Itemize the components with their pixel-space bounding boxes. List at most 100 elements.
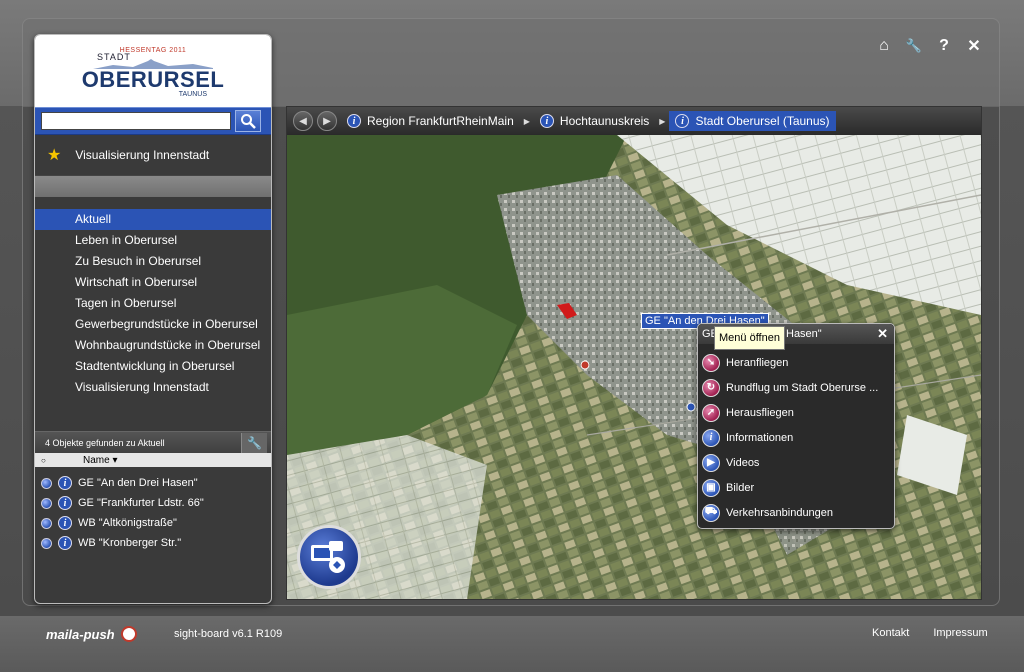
breadcrumb-label: Stadt Oberursel (Taunus) <box>695 114 830 128</box>
locate-dot-icon[interactable] <box>41 497 52 509</box>
menu-item-wohnbau[interactable]: Wohnbaugrundstücke in Oberursel <box>35 335 271 356</box>
popup-item-bilder[interactable]: ▣ Bilder <box>698 475 894 500</box>
results-count: 4 Objekte gefunden zu Aktuell <box>45 438 165 448</box>
car-icon: ⛟ <box>702 503 720 522</box>
popup-item-verkehr[interactable]: ⛟ Verkehrsanbindungen <box>698 500 894 525</box>
search-icon <box>241 114 256 129</box>
results-header: 4 Objekte gefunden zu Aktuell 🔧 <box>35 431 271 453</box>
breadcrumb-item-stadt[interactable]: i Stadt Oberursel (Taunus) <box>669 111 836 131</box>
info-icon[interactable]: i <box>675 114 690 128</box>
popup-item-label: Bilder <box>726 481 755 494</box>
result-row[interactable]: i GE "Frankfurter Ldstr. 66" <box>35 493 271 513</box>
forward-arrow-icon[interactable]: ▶ <box>317 111 337 131</box>
footer-links: Kontakt Impressum <box>872 627 988 639</box>
popup-header: GE "An den Drei Hasen" ✕ Menü öffnen <box>698 324 894 350</box>
city-logo[interactable]: HESSENTAG 2011 STADT OBERURSEL TAUNUS <box>35 35 271 107</box>
result-row[interactable]: i GE "An den Drei Hasen" <box>35 473 271 493</box>
contact-link[interactable]: Kontakt <box>872 627 909 639</box>
menu-item-wirtschaft[interactable]: Wirtschaft in Oberursel <box>35 272 271 293</box>
menu-item-besuch[interactable]: Zu Besuch in Oberursel <box>35 251 271 272</box>
search-bar <box>35 107 271 135</box>
close-icon[interactable]: ✕ <box>964 36 984 56</box>
breadcrumb-item-kreis[interactable]: i Hochtaunuskreis <box>534 111 655 131</box>
locate-dot-icon[interactable] <box>41 477 52 489</box>
context-menu-popup: GE "An den Drei Hasen" ✕ Menü öffnen ➘ H… <box>697 323 895 529</box>
logo-taunus: TAUNUS <box>178 90 207 98</box>
result-list: i GE "An den Drei Hasen" i GE "Frankfurt… <box>35 473 271 553</box>
video-icon: ▶ <box>702 453 720 472</box>
back-arrow-icon[interactable]: ◀ <box>293 111 313 131</box>
fly-in-icon: ➘ <box>702 353 720 372</box>
popup-item-rundflug[interactable]: ↻ Rundflug um Stadt Oberurse ... <box>698 375 894 400</box>
brand-name: maila-push <box>46 626 115 642</box>
name-column-header[interactable]: Name ▾ <box>71 455 118 466</box>
media-button[interactable] <box>297 525 361 589</box>
fly-out-icon: ➚ <box>702 403 720 422</box>
result-row[interactable]: i WB "Kronberger Str." <box>35 533 271 553</box>
image-icon: ▣ <box>702 478 720 497</box>
home-icon[interactable]: ⌂ <box>874 36 894 56</box>
info-icon[interactable]: i <box>58 536 72 550</box>
menu-item-stadtentwicklung[interactable]: Stadtentwicklung in Oberursel <box>35 356 271 377</box>
imprint-link[interactable]: Impressum <box>933 627 987 639</box>
menu-item-tagen[interactable]: Tagen in Oberursel <box>35 293 271 314</box>
result-label: GE "Frankfurter Ldstr. 66" <box>78 497 204 509</box>
results-wrench-icon[interactable]: 🔧 <box>241 433 267 453</box>
locate-dot-icon[interactable] <box>41 517 52 529</box>
popup-item-label: Heranfliegen <box>726 356 789 369</box>
star-icon: ★ <box>47 147 62 164</box>
result-row[interactable]: i WB "Altkönigstraße" <box>35 513 271 533</box>
popup-item-videos[interactable]: ▶ Videos <box>698 450 894 475</box>
breadcrumb: ◀ ▶ i Region FrankfurtRheinMain ▶ i Hoch… <box>287 107 981 135</box>
breadcrumb-item-region[interactable]: i Region FrankfurtRheinMain <box>341 111 520 131</box>
breadcrumb-separator-icon: ▶ <box>659 116 666 126</box>
brand-link[interactable]: maila-push <box>46 626 137 642</box>
popup-item-label: Rundflug um Stadt Oberurse ... <box>726 381 879 394</box>
footer: maila-push sight-board v6.1 R109 Kontakt… <box>0 616 1024 672</box>
popup-item-label: Videos <box>726 456 760 469</box>
map-panel: ◀ ▶ i Region FrankfurtRheinMain ▶ i Hoch… <box>286 106 982 600</box>
popup-item-label: Informationen <box>726 431 794 444</box>
popup-item-label: Verkehrsanbindungen <box>726 506 834 519</box>
wrench-icon[interactable]: 🔧 <box>904 36 924 56</box>
orbit-icon: ↻ <box>702 378 720 397</box>
info-icon[interactable]: i <box>539 114 554 128</box>
favorite-label: Visualisierung Innenstadt <box>75 148 210 162</box>
section-divider <box>35 175 271 197</box>
favorite-item[interactable]: ★ Visualisierung Innenstadt <box>35 135 271 175</box>
breadcrumb-separator-icon: ▶ <box>523 116 530 126</box>
sidebar: HESSENTAG 2011 STADT OBERURSEL TAUNUS ★ … <box>34 34 272 604</box>
search-input[interactable] <box>41 112 231 130</box>
search-button[interactable] <box>235 110 261 132</box>
menu-item-visualisierung[interactable]: Visualisierung Innenstadt <box>35 377 271 398</box>
status-column-icon[interactable]: ○ <box>35 456 71 465</box>
result-label: WB "Kronberger Str." <box>78 537 182 549</box>
menu-item-leben[interactable]: Leben in Oberursel <box>35 230 271 251</box>
media-gallery-icon <box>311 541 345 573</box>
info-icon[interactable]: i <box>347 114 361 128</box>
results-column-header: ○ Name ▾ <box>35 453 271 467</box>
menu-item-gewerbe[interactable]: Gewerbegrundstücke in Oberursel <box>35 314 271 335</box>
info-icon[interactable]: i <box>58 516 72 530</box>
popup-item-informationen[interactable]: i Informationen <box>698 425 894 450</box>
nav-menu: Aktuell Leben in Oberursel Zu Besuch in … <box>35 209 271 398</box>
info-icon: i <box>702 428 720 447</box>
version-text: sight-board v6.1 R109 <box>174 628 283 640</box>
breadcrumb-label: Region FrankfurtRheinMain <box>367 114 514 128</box>
breadcrumb-label: Hochtaunuskreis <box>559 114 650 128</box>
popup-close-icon[interactable]: ✕ <box>877 324 888 344</box>
info-icon[interactable]: i <box>58 496 72 510</box>
popup-item-heranfliegen[interactable]: ➘ Heranfliegen <box>698 350 894 375</box>
brand-logo-icon <box>120 626 137 642</box>
info-icon[interactable]: i <box>58 476 72 490</box>
top-toolbar: ⌂ 🔧 ? ✕ <box>874 36 984 56</box>
popup-item-herausfliegen[interactable]: ➚ Herausfliegen <box>698 400 894 425</box>
popup-menu: ➘ Heranfliegen ↻ Rundflug um Stadt Oberu… <box>698 344 894 525</box>
logo-name: OBERURSEL <box>81 66 225 92</box>
tooltip: Menü öffnen <box>714 326 785 350</box>
result-label: GE "An den Drei Hasen" <box>78 477 198 489</box>
menu-item-aktuell[interactable]: Aktuell <box>35 209 271 230</box>
popup-item-label: Herausfliegen <box>726 406 794 419</box>
help-icon[interactable]: ? <box>934 36 954 56</box>
locate-dot-icon[interactable] <box>41 537 52 549</box>
